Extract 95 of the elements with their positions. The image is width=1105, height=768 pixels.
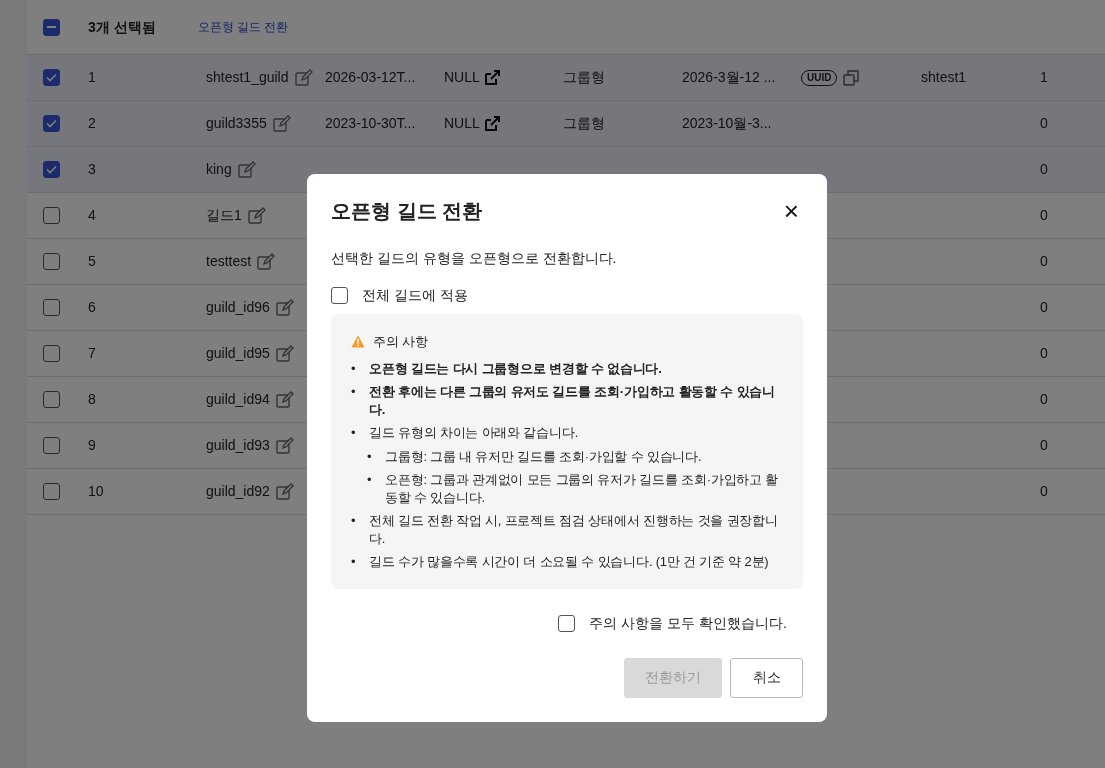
- table-cell-text: shtest1_guild: [206, 68, 289, 87]
- bullet: •: [351, 383, 357, 402]
- description-text: 선택한 길드의 유형을 오픈형으로 전환합니다.: [331, 249, 618, 268]
- check-icon: [46, 73, 57, 82]
- edit-icon: [272, 115, 291, 132]
- table-cell-text: 4: [88, 206, 97, 225]
- minus-icon: [47, 26, 56, 28]
- table-cell-text: 3: [88, 160, 97, 179]
- table-cell-text: 2026-03-12T...: [325, 68, 417, 87]
- table-cell-text: king: [206, 160, 232, 179]
- table-cell-text: NULL: [444, 68, 480, 87]
- table-row[interactable]: 1 shtest1_guild 2026-03-12T... NULL 그룹형 2026-3월-12 ... UUID shtest1 1: [27, 55, 1105, 101]
- close-button[interactable]: ×: [779, 198, 803, 224]
- edit-icon: [257, 253, 276, 270]
- cancel-button[interactable]: 취소: [730, 657, 803, 698]
- table-cell-text: 5: [88, 252, 97, 271]
- edit-icon: [275, 437, 294, 454]
- table-cell-text: NULL: [444, 114, 480, 133]
- bullet: •: [351, 553, 357, 571]
- table-cell-text: 0: [1040, 160, 1048, 179]
- table-cell-text: 0: [1040, 114, 1048, 133]
- bullet: •: [351, 512, 357, 531]
- table-cell-text: 2026-3월-12 ...: [682, 68, 777, 87]
- table-cell-text: 1: [1040, 68, 1048, 87]
- edit-icon: [275, 345, 294, 362]
- table-cell-text: guild_id92: [206, 482, 270, 501]
- table-cell-text: 길드1: [206, 206, 242, 225]
- notice-item: 오픈형 길드는 다시 그룹형으로 변경할 수 없습니다.: [369, 359, 662, 378]
- bullet: •: [367, 471, 373, 490]
- edit-icon: [294, 69, 313, 86]
- checkbox[interactable]: [43, 69, 60, 86]
- table-cell-text: 10: [88, 482, 105, 501]
- table-cell-text: guild_id96: [206, 298, 270, 317]
- checkbox[interactable]: [43, 391, 60, 408]
- table-cell-text: testtest: [206, 252, 252, 271]
- table-cell-text: 8: [88, 390, 97, 409]
- notice-item: 전체 길드 전환 작업 시, 프로젝트 점검 상태에서 진행하는 것을 권장합니다.: [369, 512, 779, 548]
- warning-icon: [351, 335, 365, 349]
- table-cell-text: 2: [88, 114, 97, 133]
- bullet: •: [351, 424, 357, 442]
- table-cell-text: 0: [1040, 298, 1048, 317]
- table-cell-text: 1: [88, 68, 97, 87]
- table-cell-text: guild3355: [206, 114, 267, 133]
- checkbox[interactable]: [43, 345, 60, 362]
- checkbox[interactable]: [43, 437, 60, 454]
- checkbox[interactable]: [331, 287, 348, 304]
- checkbox[interactable]: [43, 299, 60, 316]
- checkbox[interactable]: [43, 253, 60, 270]
- notice-item: 오픈형: 그룹과 관계없이 모든 그룹의 유저가 길드를 조회·가입하고 활동할 수 있습니다.: [385, 471, 780, 507]
- table-cell-text: 0: [1040, 344, 1048, 363]
- checkbox-label: 전체 길드에 적용: [362, 286, 468, 305]
- edit-icon: [275, 483, 294, 500]
- checkbox[interactable]: [558, 614, 576, 632]
- table-cell-text: 0: [1040, 390, 1048, 409]
- notice-item: 그룹형: 그룹 내 유저만 길드를 조회·가입할 수 있습니다.: [385, 447, 702, 466]
- table-cell-text: guild_id95: [206, 344, 270, 363]
- external-link-icon: [483, 115, 501, 132]
- checkbox[interactable]: [43, 207, 60, 224]
- table-cell-text: 0: [1040, 206, 1048, 225]
- table-cell-text: shtest1: [921, 68, 968, 87]
- check-icon: [46, 119, 57, 128]
- convert-link[interactable]: 오픈형 길드 전환: [197, 18, 289, 36]
- checkbox-label: 주의 사항을 모두 확인했습니다.: [589, 613, 787, 633]
- notice-item: 길드 유형의 차이는 아래와 같습니다.: [369, 424, 579, 442]
- checkbox[interactable]: [43, 115, 60, 132]
- selected-count: 3개 선택됨: [88, 17, 156, 37]
- table-cell-text: 2023-10-30T...: [325, 114, 417, 133]
- notice-title: 주의 사항: [373, 333, 428, 351]
- notice-item: 전환 후에는 다른 그룹의 유저도 길드를 조회·가입하고 활동할 수 있습니다.: [369, 383, 777, 419]
- table-cell-text: 0: [1040, 482, 1048, 501]
- table-cell-text: 0: [1040, 436, 1048, 455]
- dialog-title: 오픈형 길드 전환: [331, 199, 483, 223]
- edit-icon: [247, 207, 266, 224]
- table-cell-text: guild_id94: [206, 390, 270, 409]
- table-cell-text: 7: [88, 344, 97, 363]
- table-cell-text: 6: [88, 298, 97, 317]
- table-cell-text: 9: [88, 436, 97, 455]
- notice-item: 길드 수가 많을수록 시간이 더 소요될 수 있습니다. (1만 건 기준 약 2분): [369, 553, 769, 571]
- table-cell-text: 2023-10월-3...: [682, 114, 773, 133]
- checkbox[interactable]: [43, 161, 60, 178]
- check-icon: [46, 165, 57, 174]
- external-link-icon: [483, 69, 501, 86]
- checkbox[interactable]: [43, 483, 60, 500]
- copy-icon: [843, 69, 860, 86]
- bullet: •: [351, 359, 357, 378]
- edit-icon: [237, 161, 256, 178]
- bullet: •: [367, 447, 373, 466]
- table-cell-text: guild_id93: [206, 436, 270, 455]
- table-cell-text: 0: [1040, 252, 1048, 271]
- table-cell-text: 그룹형: [563, 114, 606, 133]
- edit-icon: [275, 391, 294, 408]
- edit-icon: [275, 299, 294, 316]
- table-cell-text: 그룹형: [563, 68, 606, 87]
- table-row[interactable]: 2 guild3355 2023-10-30T... NULL 그룹형 2023-10월-3... 0: [27, 101, 1105, 147]
- select-all-checkbox[interactable]: [43, 18, 60, 36]
